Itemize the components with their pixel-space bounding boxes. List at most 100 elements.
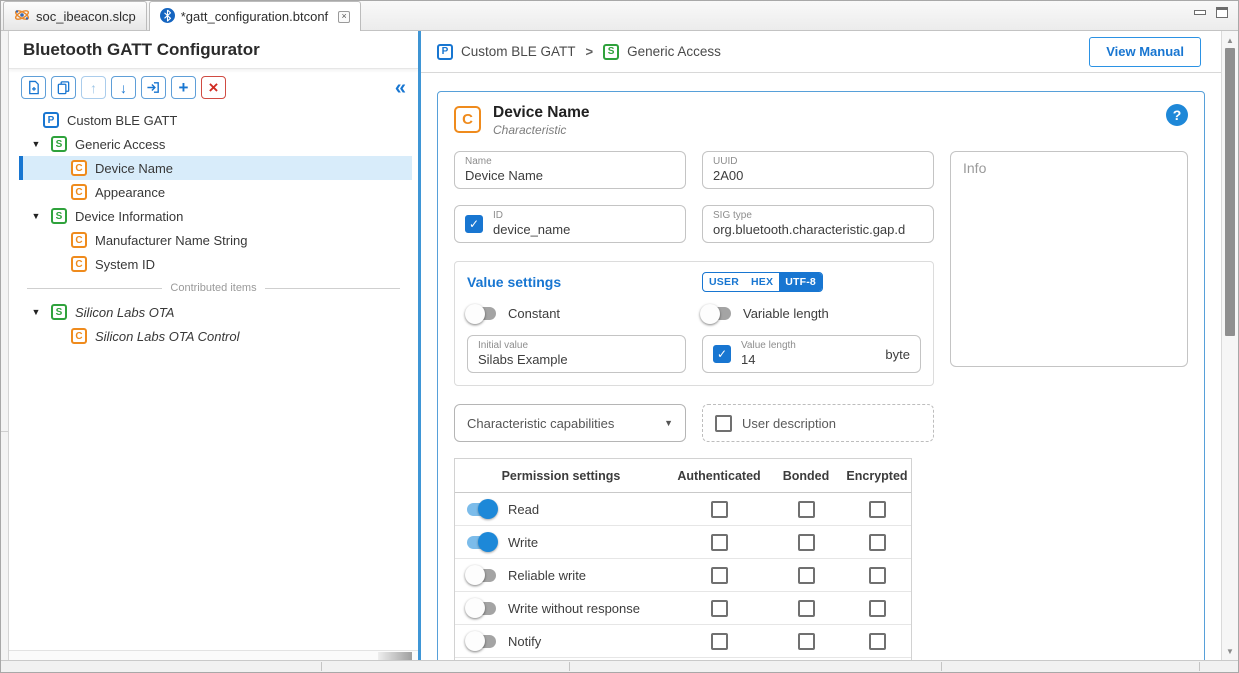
characteristic-badge: C	[454, 106, 481, 133]
maximize-view-icon[interactable]	[1216, 7, 1228, 18]
value-length-field[interactable]: Value length 14 byte	[702, 335, 921, 373]
collapse-panel-icon[interactable]	[395, 78, 406, 98]
info-textarea[interactable]: Info	[950, 151, 1188, 367]
read-toggle[interactable]	[467, 503, 496, 516]
vertical-scrollbar[interactable]	[1221, 31, 1238, 660]
write-toggle[interactable]	[467, 536, 496, 549]
characteristic-badge: C	[71, 256, 87, 272]
horizontal-scrollbar[interactable]	[9, 650, 418, 660]
checkbox-bonded[interactable]	[798, 501, 815, 518]
permission-row-read: Read	[455, 493, 911, 526]
status-bar	[1, 660, 1238, 672]
value-settings-section: Value settings USER HEX UTF-8 Constant	[454, 261, 934, 386]
tab-label: *gatt_configuration.btconf	[181, 9, 328, 24]
scroll-up-icon[interactable]	[1222, 33, 1238, 47]
tree-item-device-information[interactable]: S Device Information	[19, 204, 412, 228]
id-checkbox[interactable]	[465, 215, 483, 233]
checkbox-encrypted[interactable]	[869, 534, 886, 551]
tree-item-appearance[interactable]: C Appearance	[19, 180, 412, 204]
caret-down-icon[interactable]	[29, 307, 43, 317]
checkbox-encrypted[interactable]	[869, 501, 886, 518]
checkbox-encrypted[interactable]	[869, 633, 886, 650]
value-length-checkbox[interactable]	[713, 345, 731, 363]
checkbox-authenticated[interactable]	[711, 600, 728, 617]
tree-item-silicon-labs-ota-control[interactable]: C Silicon Labs OTA Control	[19, 324, 412, 348]
notify-toggle[interactable]	[467, 635, 496, 648]
contributed-items-divider: Contributed items	[27, 276, 400, 300]
move-up-button[interactable]	[81, 76, 106, 99]
characteristic-badge: C	[71, 160, 87, 176]
user-description-option[interactable]: User description	[702, 404, 934, 442]
breadcrumb: P Custom BLE GATT S Generic Access View …	[421, 31, 1221, 73]
close-tab-icon[interactable]	[338, 11, 350, 23]
service-badge: S	[51, 136, 67, 152]
view-controls	[1194, 7, 1238, 30]
breadcrumb-item-generic-access[interactable]: S Generic Access	[603, 44, 721, 60]
tree-item-device-name[interactable]: C Device Name	[19, 156, 412, 180]
value-settings-title: Value settings	[467, 274, 686, 290]
add-item-button[interactable]	[171, 76, 196, 99]
move-down-button[interactable]	[111, 76, 136, 99]
editor-tab-bar: soc_ibeacon.slcp *gatt_configuration.btc…	[1, 1, 1238, 31]
permission-row-write: Write	[455, 526, 911, 559]
tree-item-custom-ble-gatt[interactable]: P Custom BLE GATT	[19, 108, 412, 132]
tree-item-generic-access[interactable]: S Generic Access	[19, 132, 412, 156]
import-button[interactable]	[141, 76, 166, 99]
characteristic-editor: C Device Name Characteristic Name	[421, 73, 1221, 660]
app-window: soc_ibeacon.slcp *gatt_configuration.btc…	[0, 0, 1239, 673]
permission-row-reliable-write: Reliable write	[455, 559, 911, 592]
reliable-write-toggle[interactable]	[467, 569, 496, 582]
write-without-response-toggle[interactable]	[467, 602, 496, 615]
characteristic-badge: C	[71, 232, 87, 248]
constant-toggle[interactable]	[467, 307, 496, 320]
editor-main-panel: P Custom BLE GATT S Generic Access View …	[421, 31, 1221, 660]
breadcrumb-item-custom-ble-gatt[interactable]: P Custom BLE GATT	[437, 44, 576, 60]
mode-utf8-button[interactable]: UTF-8	[779, 273, 822, 291]
service-badge: S	[51, 208, 67, 224]
mode-hex-button[interactable]: HEX	[745, 273, 779, 291]
permission-table-header: Permission settings Authenticated Bonded…	[455, 459, 911, 493]
sig-type-field[interactable]: SIG type org.bluetooth.characteristic.ga…	[702, 205, 934, 243]
tree-item-system-id[interactable]: C System ID	[19, 252, 412, 276]
caret-down-icon[interactable]	[29, 139, 43, 149]
checkbox-bonded[interactable]	[798, 567, 815, 584]
tree-item-silicon-labs-ota[interactable]: S Silicon Labs OTA	[19, 300, 412, 324]
view-manual-button[interactable]: View Manual	[1089, 37, 1201, 67]
mode-user-button[interactable]: USER	[703, 273, 745, 291]
vertical-scrollbar-thumb[interactable]	[1225, 48, 1235, 336]
card-subtitle: Characteristic	[493, 123, 590, 137]
checkbox-encrypted[interactable]	[869, 567, 886, 584]
checkbox-authenticated[interactable]	[711, 534, 728, 551]
checkbox-bonded[interactable]	[798, 534, 815, 551]
checkbox-authenticated[interactable]	[711, 567, 728, 584]
checkbox-bonded[interactable]	[798, 600, 815, 617]
delete-item-button[interactable]	[201, 76, 226, 99]
horizontal-scrollbar-thumb[interactable]	[378, 652, 412, 660]
checkbox-authenticated[interactable]	[711, 633, 728, 650]
variable-length-toggle[interactable]	[702, 307, 731, 320]
name-field[interactable]: Name Device Name	[454, 151, 686, 189]
characteristic-capabilities-dropdown[interactable]: Characteristic capabilities	[454, 404, 686, 442]
user-description-checkbox[interactable]	[715, 415, 732, 432]
tab-soc-ibeacon[interactable]: soc_ibeacon.slcp	[3, 1, 147, 30]
checkbox-encrypted[interactable]	[869, 600, 886, 617]
characteristic-badge: C	[71, 184, 87, 200]
scroll-down-icon[interactable]	[1222, 644, 1238, 658]
tab-gatt-configuration[interactable]: *gatt_configuration.btconf	[149, 1, 361, 31]
help-icon[interactable]	[1166, 104, 1188, 126]
checkbox-bonded[interactable]	[798, 633, 815, 650]
tree-toolbar	[9, 69, 418, 104]
profile-badge: P	[43, 112, 59, 128]
id-field[interactable]: ID device_name	[454, 205, 686, 243]
minimize-view-icon[interactable]	[1194, 10, 1206, 15]
caret-down-icon[interactable]	[29, 211, 43, 221]
device-name-card: C Device Name Characteristic Name	[437, 91, 1205, 660]
duplicate-button[interactable]	[51, 76, 76, 99]
checkbox-authenticated[interactable]	[711, 501, 728, 518]
uuid-field[interactable]: UUID 2A00	[702, 151, 934, 189]
tree-item-manufacturer-name-string[interactable]: C Manufacturer Name String	[19, 228, 412, 252]
new-document-button[interactable]	[21, 76, 46, 99]
initial-value-field[interactable]: Initial value Silabs Example	[467, 335, 686, 373]
slcp-file-icon	[14, 7, 30, 26]
panel-title: Bluetooth GATT Configurator	[9, 31, 418, 69]
